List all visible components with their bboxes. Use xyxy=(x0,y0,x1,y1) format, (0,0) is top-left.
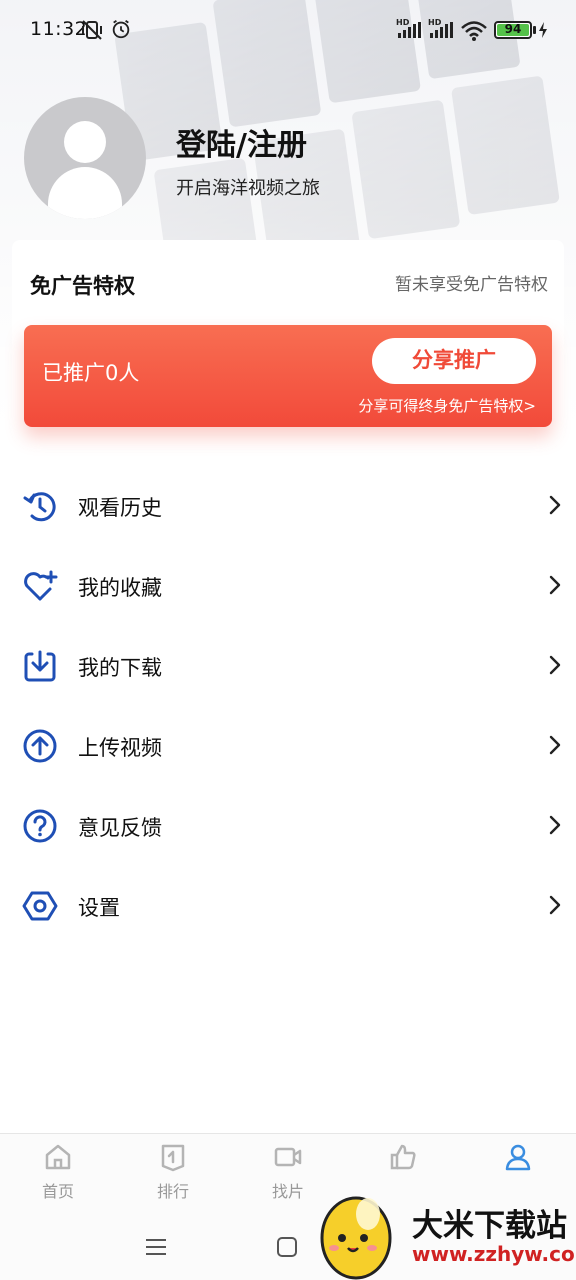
menu-item-feedback[interactable]: 意见反馈 xyxy=(0,788,576,868)
profile-subtitle: 开启海洋视频之旅 xyxy=(176,178,320,199)
menu-item-label: 我的收藏 xyxy=(78,576,162,600)
menu-list: 观看历史 我的收藏 我的下载 上传视频 意见反馈 设置 xyxy=(0,468,576,948)
nav-item-recommend[interactable] xyxy=(363,1142,443,1178)
nav-label: 排行 xyxy=(156,1182,189,1201)
vibrate-off-icon xyxy=(82,20,102,40)
status-bar: 11:32 HD HD 94 xyxy=(0,0,576,60)
signal-icon xyxy=(398,22,421,38)
nav-item-find-videos[interactable]: 找片 xyxy=(248,1142,328,1202)
charging-icon xyxy=(539,22,547,38)
watermark-url: www.zzhyw.com xyxy=(412,1242,576,1266)
chevron-right-icon xyxy=(549,895,561,915)
battery-cap xyxy=(533,26,536,34)
nav-label: 首页 xyxy=(41,1182,74,1201)
feedback-question-icon xyxy=(23,809,57,843)
home-icon xyxy=(45,1144,71,1170)
menu-item-label: 观看历史 xyxy=(78,496,162,520)
privilege-title: 免广告特权 xyxy=(30,274,135,298)
status-time: 11:32 xyxy=(30,18,88,40)
chevron-right-icon xyxy=(549,495,561,515)
rice-mascot-logo xyxy=(320,1196,392,1280)
download-icon xyxy=(24,650,56,682)
chevron-right-icon xyxy=(549,655,561,675)
nav-item-ranking[interactable]: 排行 xyxy=(133,1142,213,1202)
promotion-banner: 已推广0人 分享推广 分享可得终身免广告特权> xyxy=(24,325,552,427)
upload-icon xyxy=(23,729,57,763)
chevron-right-icon xyxy=(549,575,561,595)
promoted-count: 已推广0人 xyxy=(42,361,140,385)
avatar-body xyxy=(48,167,122,219)
share-promote-button[interactable]: 分享推广 xyxy=(372,338,536,384)
watermark-name: 大米下载站 xyxy=(412,1208,567,1244)
avatar-head xyxy=(64,121,106,163)
menu-item-label: 意见反馈 xyxy=(78,816,162,840)
alarm-icon xyxy=(112,19,130,39)
menu-item-label: 上传视频 xyxy=(78,736,162,760)
menu-item-history[interactable]: 观看历史 xyxy=(0,468,576,548)
chevron-right-icon xyxy=(549,735,561,755)
menu-item-settings[interactable]: 设置 xyxy=(0,868,576,948)
battery-icon: 94 xyxy=(494,21,532,39)
menu-item-downloads[interactable]: 我的下载 xyxy=(0,628,576,708)
share-reward-link[interactable]: 分享可得终身免广告特权> xyxy=(358,395,536,416)
avatar[interactable] xyxy=(24,97,146,219)
chevron-right-icon xyxy=(549,815,561,835)
menu-item-upload[interactable]: 上传视频 xyxy=(0,708,576,788)
wifi-icon xyxy=(461,21,487,41)
history-icon xyxy=(23,492,56,522)
signal-icon xyxy=(430,22,453,38)
menu-lines-icon[interactable] xyxy=(144,1235,168,1259)
nav-item-profile[interactable] xyxy=(478,1142,558,1178)
favorite-heart-icon xyxy=(24,570,58,601)
menu-item-favorites[interactable]: 我的收藏 xyxy=(0,548,576,628)
privilege-status: 暂未享受免广告特权 xyxy=(395,275,548,295)
video-camera-icon xyxy=(274,1147,302,1167)
battery-percent: 94 xyxy=(504,22,522,36)
user-icon xyxy=(505,1144,531,1171)
login-register-link[interactable]: 登陆/注册 xyxy=(176,120,307,164)
settings-hexagon-icon xyxy=(22,891,58,921)
watermark: 大米下载站 www.zzhyw.com xyxy=(318,1180,576,1280)
nav-item-home[interactable]: 首页 xyxy=(18,1142,98,1202)
nav-label: 找片 xyxy=(271,1182,304,1201)
menu-item-label: 我的下载 xyxy=(78,656,162,680)
thumbs-up-icon xyxy=(390,1144,416,1170)
ranking-icon xyxy=(161,1144,185,1172)
ad-free-privilege-card: 免广告特权 暂未享受免广告特权 已推广0人 分享推广 分享可得终身免广告特权> xyxy=(12,240,564,454)
home-square-icon[interactable] xyxy=(275,1235,299,1259)
menu-item-label: 设置 xyxy=(78,896,120,920)
